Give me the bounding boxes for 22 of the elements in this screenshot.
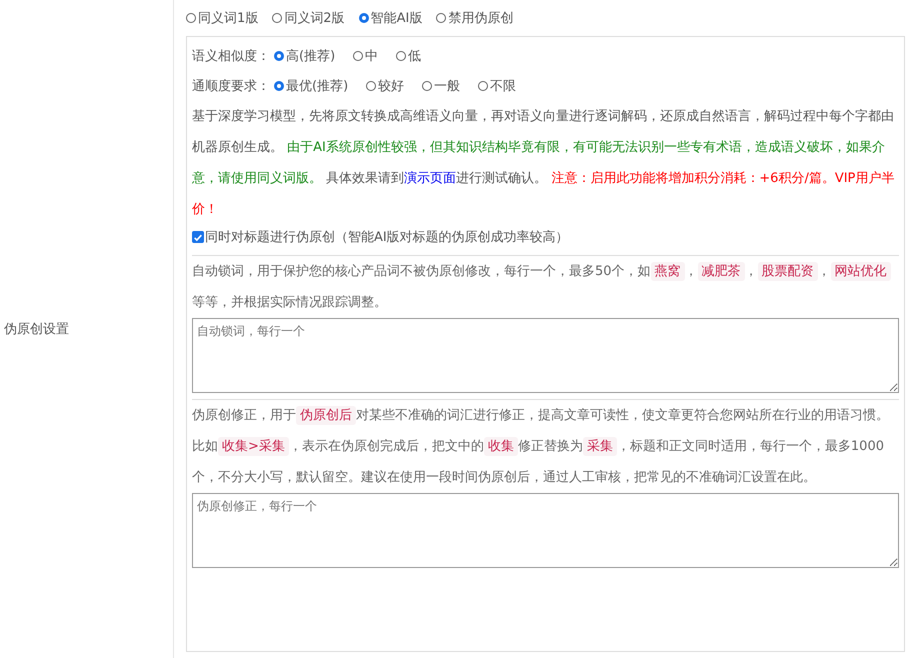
similarity-radio[interactable]: 高(推荐) [274, 47, 336, 65]
lock-words-description: 自动锁词，用于保护您的核心产品词不被伪原创修改，每行一个，最多50个，如 燕窝 ， 减肥茶 ， 股票配资 ， 网站优化 等等，并根据实际情况跟踪调整。 [192, 256, 899, 318]
mode-radio[interactable]: 同义词2版 [272, 9, 345, 27]
similarity-radio[interactable]: 中 [353, 47, 378, 65]
lock-words-field[interactable]: 自动锁词，每行一个 [192, 318, 899, 393]
ai-description: 基于深度学习模型，先将原文转换成高维语义向量，再对语义向量进行逐词解码，还原成自然语言，解码过程中每个字都由机器原创生成。 由于AI系统原创性较强，但其知识结构毕竟有限，有可能无法识别一些专有术语，造成语义破坏，如果介意，请使用同义词版。 具体效果请到演示页面进行测试确认。 注意：启用此功能将增加积分消耗：+6积分/篇。VIP用户半价！ [192, 108, 896, 219]
mode-radio[interactable]: 智能AI版 [358, 9, 422, 27]
fluency-radio[interactable]: 最优(推荐) [274, 77, 348, 95]
fluency-radio[interactable]: 不限 [478, 77, 516, 95]
section-label: 伪原创设置 [4, 321, 69, 338]
corrections-description: 伪原创修正，用于 伪原创后 对某些不准确的词汇进行修正，提高文章可读性，使文章更符合您网站所在行业的用语习惯。比如 收集>采集 ，表示在伪原创完成后，把文中的 收集 修正替换为 采集 ，标题和正文同时适用，每行一个，最多1000个，不分大小写，默认留空。建议在使用一段时间伪原创后，通过人工审核，把常见的不准确词汇设置在此。 [192, 405, 890, 487]
option-label: 通顺度要求： [192, 78, 270, 95]
fluency-radio[interactable]: 一般 [422, 77, 460, 95]
similarity-radio[interactable]: 低 [396, 47, 422, 65]
title-checkbox[interactable]: 同时对标题进行伪原创（智能AI版对标题的伪原创成功率较高） [192, 225, 899, 249]
mode-radio[interactable]: 禁用伪原创 [436, 9, 514, 27]
demo-page-link[interactable]: 演示页面 [404, 171, 456, 186]
option-label: 语义相似度： [192, 48, 270, 65]
corrections-field[interactable]: 伪原创修正，每行一个 [192, 493, 899, 568]
fluency-radio[interactable]: 较好 [366, 77, 404, 95]
checkmark-icon [193, 232, 203, 242]
mode-radio[interactable]: 同义词1版 [186, 9, 258, 27]
